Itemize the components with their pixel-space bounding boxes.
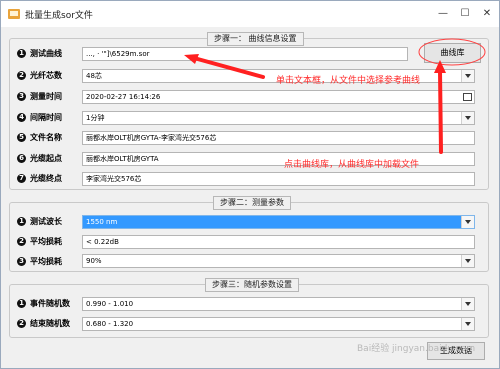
arrow-head-icon (184, 54, 199, 64)
arrow-to-input (192, 56, 265, 79)
annotation-text-1: 单击文本框，从文件中选择参考曲线 (276, 76, 421, 86)
highlight-ellipse (418, 38, 486, 66)
watermark: Bai经验 jingyan.baidu.com (357, 344, 476, 354)
annotation-text-2: 点击曲线库，从曲线库中加载文件 (284, 160, 420, 170)
arrow-to-library (438, 69, 443, 154)
arrow-head-icon (434, 60, 446, 73)
annotation-overlay (184, 38, 486, 154)
app-window: 批量生成sor文件 — ☐ ✕ 步骤一： 曲线信息设置 1 测试曲线 ..., … (0, 0, 500, 369)
